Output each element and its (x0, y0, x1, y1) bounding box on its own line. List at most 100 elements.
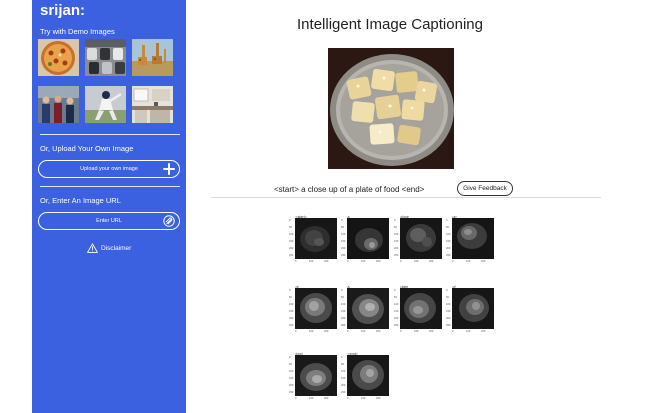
x-tick-label: 0 (347, 397, 349, 400)
y-tick-label: 50 (394, 296, 397, 299)
demo-image-baseball-player[interactable] (85, 86, 126, 123)
brand-logo[interactable]: srijan: (40, 2, 85, 19)
y-tick-label: 150 (341, 310, 346, 313)
upload-image-button[interactable]: Upload your own image (38, 160, 180, 178)
x-tick-label: 0 (347, 330, 349, 333)
y-tick-label: 250 (446, 324, 451, 327)
attention-heatmap-graphic (295, 218, 337, 259)
attention-heatmap-graphic (400, 288, 442, 329)
x-tick-label: 200 (481, 330, 486, 333)
attention-heatmap (400, 288, 442, 329)
attention-heatmap (400, 218, 442, 259)
y-tick-label: 100 (446, 303, 451, 306)
x-tick-label: 100 (361, 397, 366, 400)
y-tick-label: 200 (341, 384, 346, 387)
disclaimer-label: Disclaimer (101, 244, 132, 252)
y-tick-label: 250 (289, 391, 294, 394)
x-tick-label: 200 (429, 330, 434, 333)
y-tick-label: 50 (341, 296, 344, 299)
y-tick-label: 150 (446, 240, 451, 243)
attention-map: up 0 50 100 150 200 250 0 100 200 (446, 215, 496, 265)
x-tick-label: 200 (376, 330, 381, 333)
attention-heatmap-graphic (295, 355, 337, 396)
x-tick-label: 0 (452, 330, 454, 333)
attention-heatmap-graphic (347, 288, 389, 329)
x-tick-label: 0 (295, 260, 297, 263)
y-tick-label: 100 (341, 370, 346, 373)
y-tick-label: 200 (289, 247, 294, 250)
y-tick-label: 0 (394, 219, 396, 222)
y-tick-label: 0 (394, 289, 396, 292)
attention-heatmap (452, 218, 494, 259)
demo-image-people-crowd[interactable] (38, 86, 79, 123)
y-tick-label: 100 (341, 303, 346, 306)
demo-images-heading: Try with Demo Images (40, 27, 115, 36)
x-tick-label: 200 (376, 260, 381, 263)
paperclip-icon (163, 215, 175, 227)
y-tick-label: 100 (289, 370, 294, 373)
y-tick-label: 50 (446, 226, 449, 229)
y-tick-label: 250 (341, 324, 346, 327)
attention-map: plate 0 50 100 150 200 250 0 100 200 (394, 285, 444, 335)
y-tick-label: 200 (394, 317, 399, 320)
y-tick-label: 50 (341, 363, 344, 366)
upload-button-label: Upload your own image (80, 166, 138, 172)
url-heading: Or, Enter An Image URL (40, 196, 121, 205)
y-tick-label: 250 (394, 324, 399, 327)
x-tick-label: 100 (466, 330, 471, 333)
y-tick-label: 150 (394, 240, 399, 243)
y-tick-label: 100 (446, 233, 451, 236)
y-tick-label: 250 (289, 324, 294, 327)
attention-map: a 0 50 100 150 200 250 0 100 200 (341, 285, 391, 335)
attention-map: of 0 50 100 150 200 250 0 100 200 (289, 285, 339, 335)
x-tick-label: 200 (324, 397, 329, 400)
y-tick-label: 150 (341, 240, 346, 243)
attention-heatmap (295, 355, 337, 396)
y-tick-label: 250 (289, 254, 294, 257)
y-tick-label: 0 (341, 356, 343, 359)
x-tick-label: 100 (361, 260, 366, 263)
y-tick-label: 150 (446, 310, 451, 313)
x-tick-label: 100 (309, 397, 314, 400)
give-feedback-button[interactable]: Give Feedback (457, 181, 513, 196)
y-tick-label: 200 (446, 247, 451, 250)
demo-image-pizza[interactable] (38, 39, 79, 76)
x-tick-label: 200 (376, 397, 381, 400)
y-tick-label: 50 (289, 363, 292, 366)
x-tick-label: 100 (309, 330, 314, 333)
y-tick-label: 100 (289, 303, 294, 306)
upload-heading: Or, Upload Your Own Image (40, 144, 134, 153)
x-tick-label: 0 (400, 330, 402, 333)
x-tick-label: 0 (452, 260, 454, 263)
x-tick-label: 200 (324, 330, 329, 333)
plate-of-food-image-icon (328, 48, 454, 169)
disclaimer-link[interactable]: Disclaimer (87, 243, 131, 253)
demo-image-kitchen[interactable] (132, 86, 173, 123)
y-tick-label: 100 (289, 233, 294, 236)
giraffes-image-icon (132, 39, 173, 76)
y-tick-label: 200 (341, 317, 346, 320)
y-tick-label: 100 (341, 233, 346, 236)
y-tick-label: 100 (394, 233, 399, 236)
attention-heatmap (347, 218, 389, 259)
attention-map: food 0 50 100 150 200 250 0 100 200 (289, 352, 339, 402)
people-crowd-image-icon (38, 86, 79, 123)
warning-icon (87, 243, 98, 253)
generated-caption: <start> a close up of a plate of food <e… (274, 185, 425, 194)
y-tick-label: 200 (341, 247, 346, 250)
attention-heatmap (295, 288, 337, 329)
attention-map: <end> 0 50 100 150 200 250 0 100 200 (341, 352, 391, 402)
x-tick-label: 100 (309, 260, 314, 263)
y-tick-label: 150 (289, 240, 294, 243)
attention-map: of 0 50 100 150 200 250 0 100 200 (446, 285, 496, 335)
x-tick-label: 0 (295, 330, 297, 333)
demo-image-parked-cars[interactable] (85, 39, 126, 76)
y-tick-label: 200 (394, 247, 399, 250)
attention-heatmap-graphic (347, 218, 389, 259)
enter-url-button[interactable]: Enter URL (38, 212, 180, 230)
demo-image-giraffes[interactable] (132, 39, 173, 76)
sidebar-divider (40, 186, 180, 187)
x-tick-label: 0 (295, 397, 297, 400)
x-tick-label: 100 (361, 330, 366, 333)
y-tick-label: 200 (289, 384, 294, 387)
